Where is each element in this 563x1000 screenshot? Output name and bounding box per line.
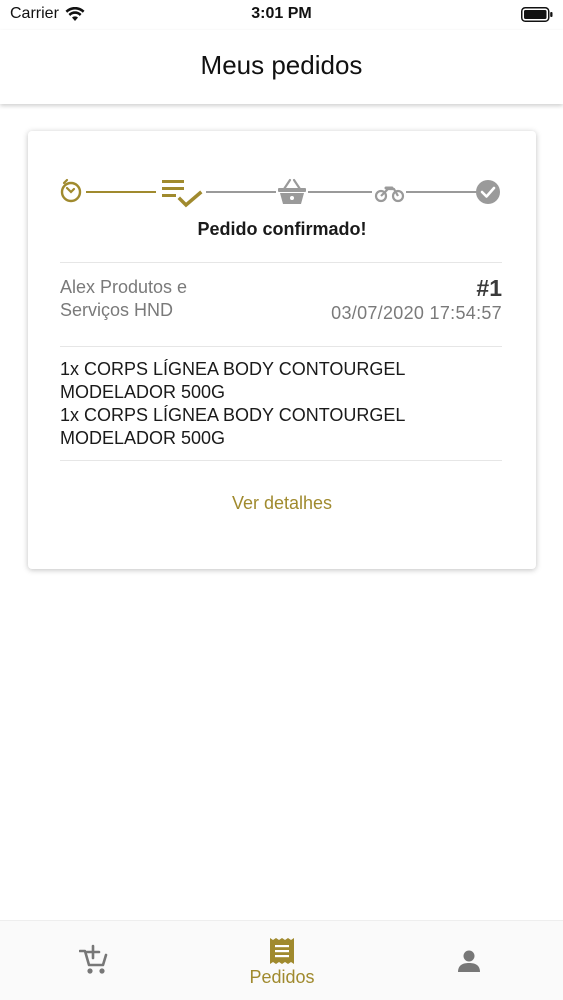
order-date: 03/07/2020 17:54:57: [331, 303, 502, 323]
view-details-link[interactable]: Ver detalhes: [28, 493, 536, 514]
check-circle-icon: [476, 180, 500, 204]
store-name: Alex Produtos e Serviços HND: [60, 277, 188, 320]
order-progress-tracker: [60, 175, 504, 211]
order-number: #1: [476, 275, 502, 301]
basket-icon: [278, 178, 306, 204]
status-bar: Carrier 3:01 PM: [0, 0, 563, 30]
tab-profile[interactable]: [375, 921, 563, 1000]
clock-icon: [60, 178, 82, 203]
page-title: Meus pedidos: [200, 50, 363, 80]
tab-orders[interactable]: Pedidos: [188, 921, 376, 1000]
list-check-icon: [162, 180, 203, 208]
divider: [60, 460, 502, 461]
divider: [60, 346, 502, 347]
order-card[interactable]: Pedido confirmado! Alex Produtos e Servi…: [28, 131, 536, 569]
tab-cart[interactable]: [0, 921, 188, 1000]
cart-add-icon: [79, 944, 108, 974]
motorcycle-icon: [374, 186, 405, 203]
nav-header: Meus pedidos: [0, 30, 563, 104]
clock-time: 3:01 PM: [251, 5, 312, 22]
order-items-list: 1x CORPS LÍGNEA BODY CONTOURGEL MODELADO…: [60, 358, 500, 450]
battery-icon: [521, 7, 553, 22]
divider: [60, 262, 502, 263]
tab-bar: Pedidos: [0, 920, 563, 1000]
list-item: 1x CORPS LÍGNEA BODY CONTOURGEL MODELADO…: [60, 359, 405, 402]
receipt-icon: [270, 938, 294, 964]
order-status-text: Pedido confirmado!: [197, 219, 367, 239]
person-icon: [458, 950, 480, 972]
tab-label: Pedidos: [249, 967, 315, 987]
list-item: 1x CORPS LÍGNEA BODY CONTOURGEL MODELADO…: [60, 405, 405, 448]
